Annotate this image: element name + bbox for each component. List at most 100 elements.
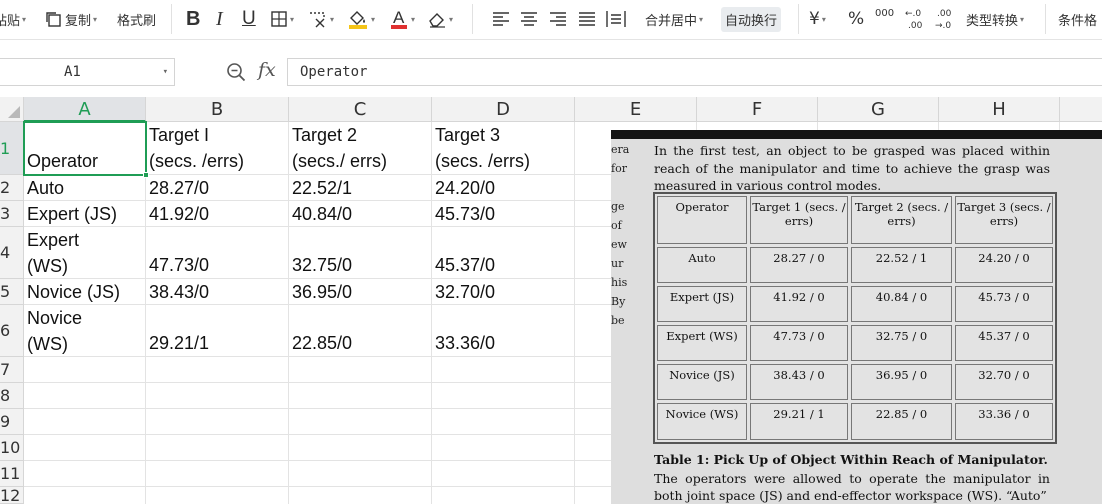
toolbar-divider: [472, 4, 473, 34]
scan-td: 22.85 / 0: [851, 403, 952, 440]
decrease-decimal-button[interactable]: ←.0.00: [904, 0, 928, 38]
row-header-7[interactable]: 7: [0, 357, 24, 383]
cell-b5[interactable]: 38.43/0: [146, 279, 289, 305]
cell-c5[interactable]: 36.95/0: [289, 279, 432, 305]
cell-d4[interactable]: 45.37/0: [432, 227, 575, 279]
currency-button[interactable]: ¥ ▾: [809, 0, 826, 38]
zoom-search-icon[interactable]: [226, 62, 246, 82]
cell-d2[interactable]: 24.20/0: [432, 175, 575, 201]
borders-caret-icon[interactable]: ▾: [290, 15, 294, 24]
cell-a6[interactable]: Novice (WS): [24, 305, 146, 357]
fill-handle[interactable]: [143, 172, 149, 178]
underline-button[interactable]: U: [242, 0, 256, 38]
row-header-6[interactable]: 6: [0, 305, 24, 357]
row-header-8[interactable]: 8: [0, 383, 24, 409]
clear-format-button[interactable]: ▾: [308, 0, 334, 38]
row-header-11[interactable]: 11: [0, 461, 24, 487]
row-header-10[interactable]: 10: [0, 435, 24, 461]
paste-button[interactable]: 粘贴 ▾: [0, 0, 26, 38]
thousands-separator-button[interactable]: 000: [875, 0, 894, 38]
cell-a3[interactable]: Expert (JS): [24, 201, 146, 227]
formula-input[interactable]: Operator: [287, 58, 1102, 86]
row-header-12[interactable]: 12: [0, 486, 24, 504]
copy-caret-icon[interactable]: ▾: [93, 15, 97, 24]
cell-b3[interactable]: 41.92/0: [146, 201, 289, 227]
toolbar-divider: [1045, 4, 1046, 34]
conditional-format-button[interactable]: 条件格: [1058, 0, 1097, 38]
column-header-d[interactable]: D: [432, 97, 575, 122]
column-header-a[interactable]: A: [24, 97, 146, 122]
cell-d5[interactable]: 32.70/0: [432, 279, 575, 305]
scan-td: 33.36 / 0: [955, 403, 1053, 440]
svg-text:←.0: ←.0: [905, 9, 921, 19]
cell-c6[interactable]: 22.85/0: [289, 305, 432, 357]
merge-center-button[interactable]: 合并居中 ▾: [645, 0, 703, 38]
row-header-2[interactable]: 2: [0, 175, 24, 201]
increase-decimal-button[interactable]: .00 →.0: [934, 0, 958, 38]
align-right-button[interactable]: [549, 0, 567, 38]
scanned-paper-image[interactable]: era for ge of ew ur his By be In the fir…: [611, 130, 1102, 504]
italic-button[interactable]: I: [216, 0, 223, 38]
wrap-text-button[interactable]: 自动换行: [721, 0, 782, 38]
insert-function-button[interactable]: fx: [258, 59, 276, 81]
align-center-button[interactable]: [520, 0, 538, 38]
column-header-f[interactable]: F: [697, 97, 818, 122]
column-header-g[interactable]: G: [818, 97, 939, 122]
cell-c4[interactable]: 32.75/0: [289, 227, 432, 279]
cell-c2[interactable]: 22.52/1: [289, 175, 432, 201]
borders-button[interactable]: ▾: [270, 0, 294, 38]
justify-button[interactable]: [578, 0, 596, 38]
column-header-h[interactable]: H: [939, 97, 1060, 122]
format-painter-button[interactable]: 格式刷: [117, 0, 156, 38]
cell-c1[interactable]: Target 2 (secs./ errs): [289, 122, 432, 175]
cell-a2[interactable]: Auto: [24, 175, 146, 201]
bold-button[interactable]: B: [186, 0, 200, 38]
eraser-caret-icon[interactable]: ▾: [449, 15, 453, 24]
type-convert-button[interactable]: 类型转换 ▾: [966, 0, 1024, 38]
eraser-button[interactable]: ▾: [427, 0, 453, 38]
merge-center-caret-icon[interactable]: ▾: [699, 15, 703, 24]
name-box[interactable]: A1 ▾: [0, 58, 175, 86]
paste-caret-icon[interactable]: ▾: [22, 15, 26, 24]
select-all-button[interactable]: [0, 97, 24, 122]
column-header-overflow[interactable]: [1060, 97, 1102, 122]
scan-paragraph: In the first test, an object to be grasp…: [654, 143, 1050, 193]
fill-color-caret-icon[interactable]: ▾: [371, 15, 375, 24]
cell-c3[interactable]: 40.84/0: [289, 201, 432, 227]
align-center-icon: [521, 12, 537, 26]
cell-c4-text: 32.75/0: [292, 255, 353, 275]
percent-button[interactable]: %: [848, 0, 864, 38]
cell-d3[interactable]: 45.73/0: [432, 201, 575, 227]
scan-th-target3: Target 3 (secs. / errs): [955, 196, 1053, 244]
row-header-1[interactable]: 1: [0, 122, 24, 175]
row-header-5[interactable]: 5: [0, 279, 24, 305]
font-color-button[interactable]: A ▾: [389, 0, 415, 38]
copy-button[interactable]: 复制 ▾: [44, 0, 97, 38]
font-color-caret-icon[interactable]: ▾: [411, 15, 415, 24]
row-header-4[interactable]: 4: [0, 227, 24, 279]
column-header-c[interactable]: C: [289, 97, 432, 122]
cell-d1[interactable]: Target 3 (secs. /errs): [432, 122, 575, 175]
cell-a5[interactable]: Novice (JS): [24, 279, 146, 305]
name-box-caret-icon[interactable]: ▾: [163, 59, 168, 85]
clear-format-caret-icon[interactable]: ▾: [330, 15, 334, 24]
cell-b1[interactable]: Target I (secs. /errs): [146, 122, 289, 175]
distribute-button[interactable]: [606, 0, 626, 38]
scan-td: Novice (JS): [657, 364, 747, 400]
cell-b6-text: 29.21/1: [149, 333, 210, 353]
cell-a1[interactable]: Operator: [24, 122, 146, 175]
cell-b6[interactable]: 29.21/1: [146, 305, 289, 357]
cell-b4[interactable]: 47.73/0: [146, 227, 289, 279]
column-header-e[interactable]: E: [575, 97, 697, 122]
cell-b2[interactable]: 28.27/0: [146, 175, 289, 201]
column-header-b[interactable]: B: [146, 97, 289, 122]
align-left-button[interactable]: [492, 0, 510, 38]
fill-color-button[interactable]: ▾: [347, 0, 375, 38]
row-header-9[interactable]: 9: [0, 409, 24, 435]
cell-d6[interactable]: 33.36/0: [432, 305, 575, 357]
row-header-3[interactable]: 3: [0, 201, 24, 227]
currency-caret-icon[interactable]: ▾: [822, 15, 826, 24]
scan-td: 36.95 / 0: [851, 364, 952, 400]
type-convert-caret-icon[interactable]: ▾: [1020, 15, 1024, 24]
cell-a4[interactable]: Expert (WS): [24, 227, 146, 279]
